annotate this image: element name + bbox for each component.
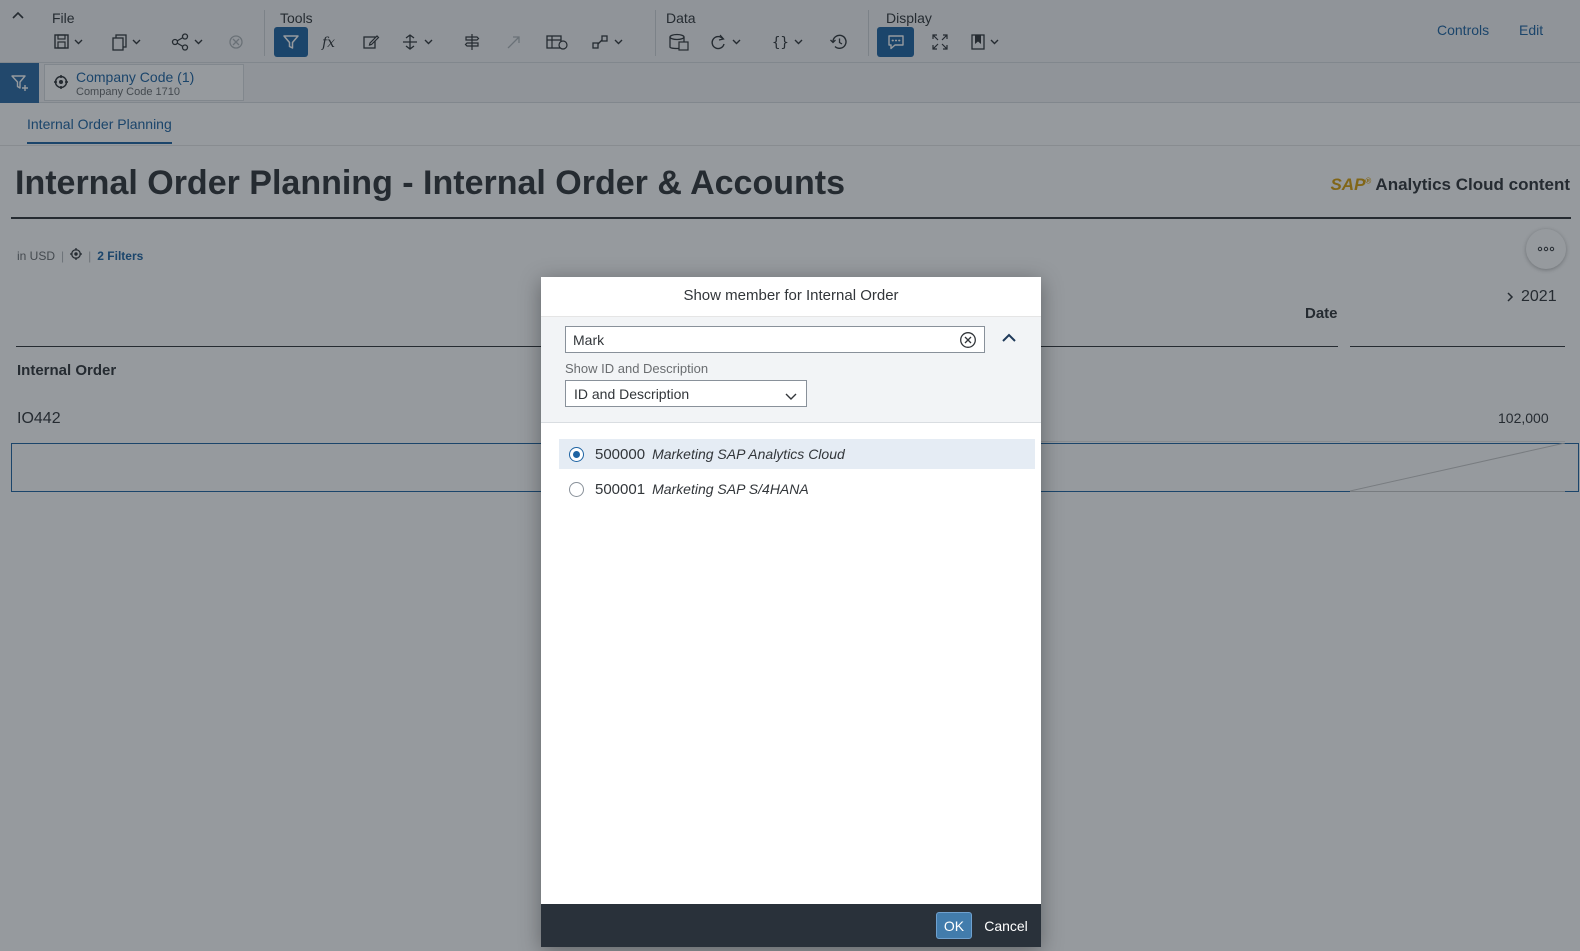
display-mode-label: Show ID and Description <box>565 361 709 376</box>
display-mode-select[interactable]: ID and Description <box>565 380 807 407</box>
collapse-search-icon[interactable] <box>1001 331 1017 349</box>
radio-button[interactable] <box>569 446 584 462</box>
clear-search-icon[interactable] <box>959 331 977 349</box>
member-list: 500000 Marketing SAP Analytics Cloud 500… <box>559 439 1035 509</box>
radio-button[interactable] <box>569 481 584 497</box>
cancel-button[interactable]: Cancel <box>981 912 1031 939</box>
member-description: Marketing SAP S/4HANA <box>652 481 809 497</box>
search-input[interactable] <box>573 330 943 349</box>
list-item[interactable]: 500000 Marketing SAP Analytics Cloud <box>559 439 1035 469</box>
chevron-down-icon <box>784 389 798 407</box>
dialog-title: Show member for Internal Order <box>683 287 899 304</box>
dialog-search-panel: Show ID and Description ID and Descripti… <box>541 317 1041 423</box>
list-item[interactable]: 500001 Marketing SAP S/4HANA <box>559 474 1035 504</box>
display-mode-value: ID and Description <box>574 386 690 402</box>
search-field[interactable] <box>565 326 985 353</box>
member-description: Marketing SAP Analytics Cloud <box>652 446 845 462</box>
member-id: 500000 <box>595 445 646 463</box>
member-id: 500001 <box>595 480 646 498</box>
dialog-header: Show member for Internal Order <box>541 277 1041 317</box>
dialog-footer: OK Cancel <box>541 904 1041 947</box>
ok-button[interactable]: OK <box>936 912 972 939</box>
member-selector-dialog: Show member for Internal Order Show ID a… <box>541 277 1041 947</box>
